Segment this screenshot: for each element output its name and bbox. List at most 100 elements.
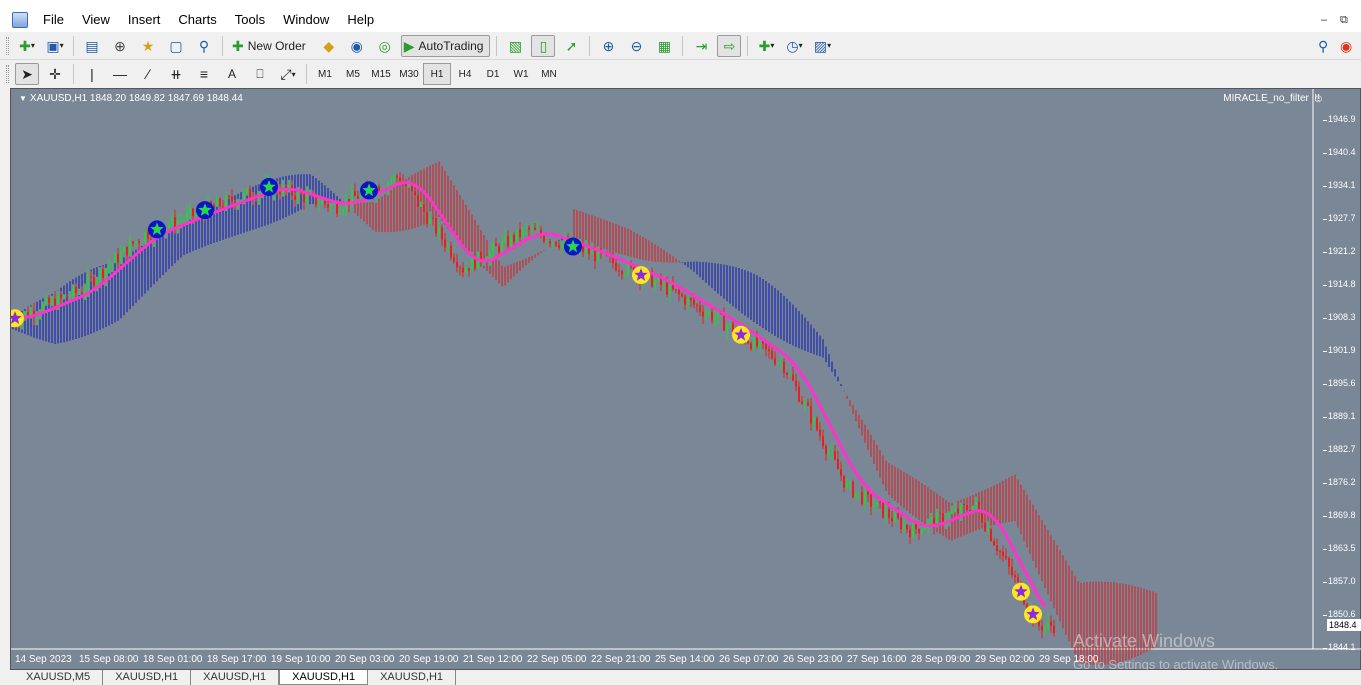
- cursor-button[interactable]: ➤: [15, 63, 39, 85]
- metaeditor-button[interactable]: ◆: [317, 35, 341, 57]
- arrows-button[interactable]: ⤢ ▾: [276, 63, 300, 85]
- strategy-tester-button[interactable]: ⚲: [192, 35, 216, 57]
- candle-body: [99, 269, 101, 281]
- market-watch-button[interactable]: ▤: [80, 35, 104, 57]
- periods-button[interactable]: ◷ ▾: [782, 35, 806, 57]
- profiles-button[interactable]: ▣ ▾: [43, 35, 67, 57]
- time-tick: 21 Sep 12:00: [463, 654, 523, 665]
- timeframe-h4[interactable]: H4: [451, 63, 479, 85]
- autoscroll-button[interactable]: ⇨: [717, 34, 742, 57]
- candle-body: [810, 405, 812, 424]
- timeframe-m1[interactable]: M1: [311, 63, 339, 85]
- candle-body: [726, 325, 728, 331]
- indicator-label: MIRACLE_no_filter !!!: [1223, 93, 1320, 104]
- horizontal-line-button[interactable]: —: [108, 63, 132, 85]
- candle-body: [876, 501, 878, 507]
- vertical-line-button[interactable]: |: [80, 63, 104, 85]
- candle-body: [627, 263, 629, 274]
- candle-body: [558, 245, 560, 248]
- timeframe-h1[interactable]: H1: [423, 63, 451, 85]
- indicators-button[interactable]: ✚ ▾: [754, 35, 778, 57]
- minimize-icon[interactable]: –: [1321, 14, 1327, 26]
- separator: [306, 64, 307, 84]
- price-tick: 1908.3: [1323, 312, 1356, 322]
- candle-body: [768, 349, 770, 352]
- new-chart-button[interactable]: ✚ ▾: [15, 35, 39, 57]
- candle-body: [882, 502, 884, 518]
- autotrading-button[interactable]: ▶ AutoTrading: [400, 34, 491, 57]
- candle-body: [75, 287, 77, 293]
- candle-body: [942, 513, 944, 524]
- buy-signal-marker: [260, 177, 278, 196]
- menu-charts[interactable]: Charts: [169, 8, 225, 32]
- trendline-button[interactable]: ∕: [136, 63, 160, 85]
- notifications-icon[interactable]: ◉: [1340, 38, 1352, 55]
- new-order-button[interactable]: ✚ New Order: [229, 35, 313, 57]
- timeframe-m5[interactable]: M5: [339, 63, 367, 85]
- price-tick: 1934.1: [1323, 180, 1356, 190]
- fibonacci-button[interactable]: ≡: [192, 63, 216, 85]
- menu-insert[interactable]: Insert: [119, 8, 170, 32]
- tile-windows-button[interactable]: ▦: [652, 35, 676, 57]
- app-icon[interactable]: [12, 12, 28, 28]
- candle-body: [816, 418, 818, 430]
- chart-tab[interactable]: XAUUSD,H1: [368, 670, 457, 685]
- chart-tab[interactable]: XAUUSD,M5: [14, 670, 104, 685]
- candle-body: [891, 517, 893, 522]
- chart-shift-button[interactable]: ⇥: [689, 35, 713, 57]
- timeframe-m30[interactable]: M30: [395, 63, 423, 85]
- crosshair-button[interactable]: ✛: [43, 63, 67, 85]
- vps-button[interactable]: ◎: [373, 35, 397, 57]
- menu-view[interactable]: View: [73, 8, 119, 32]
- chart-tab[interactable]: XAUUSD,H1: [191, 670, 280, 685]
- line-chart-button[interactable]: ➚: [559, 35, 583, 57]
- candle-body: [339, 212, 341, 214]
- menu-help[interactable]: Help: [338, 8, 383, 32]
- zoom-in-icon: ⊕: [602, 37, 615, 54]
- candle-body: [819, 429, 821, 436]
- candle-body: [717, 312, 719, 318]
- price-tick: 1882.7: [1323, 444, 1356, 454]
- candle-body: [111, 262, 113, 266]
- candle-body: [594, 250, 596, 262]
- templates-button[interactable]: ▨ ▾: [810, 35, 834, 57]
- candle-body: [450, 245, 452, 258]
- timeframe-w1[interactable]: W1: [507, 63, 535, 85]
- chart-tab[interactable]: XAUUSD,H1: [279, 670, 369, 685]
- candle-body: [432, 217, 434, 219]
- candlestick-button[interactable]: ▯: [531, 34, 556, 57]
- timeframe-m15[interactable]: M15: [367, 63, 395, 85]
- data-window-button[interactable]: ⊕: [108, 35, 132, 57]
- price-chart[interactable]: [11, 89, 1361, 671]
- bar-chart-button[interactable]: ▧: [503, 35, 527, 57]
- candle-body: [885, 509, 887, 518]
- terminal-button[interactable]: ▢: [164, 35, 188, 57]
- signals-button[interactable]: ◉: [345, 35, 369, 57]
- search-icon[interactable]: ⚲: [1318, 38, 1328, 55]
- candle-body: [666, 282, 668, 295]
- zoom-out-button[interactable]: ⊖: [624, 35, 648, 57]
- timeframe-d1[interactable]: D1: [479, 63, 507, 85]
- price-tick: 1863.5: [1323, 543, 1356, 553]
- timeframe-mn[interactable]: MN: [535, 63, 563, 85]
- menu-file[interactable]: File: [34, 8, 73, 32]
- collapse-triangle-icon[interactable]: ▼: [19, 94, 27, 103]
- chart-window[interactable]: ▼ XAUUSD,H1 1848.20 1849.82 1847.69 1848.…: [10, 88, 1361, 672]
- chart-tab[interactable]: XAUUSD,H1: [103, 670, 192, 685]
- navigator-button[interactable]: ★: [136, 35, 160, 57]
- toolbar-grip[interactable]: [6, 65, 9, 83]
- candle-body: [468, 268, 470, 271]
- equidistant-channel-button[interactable]: ⧺: [164, 63, 188, 85]
- candle-body: [705, 313, 707, 317]
- sell-signal-marker: [1024, 605, 1042, 624]
- restore-icon[interactable]: ⧉: [1340, 14, 1348, 27]
- toolbar-grip[interactable]: [6, 36, 9, 55]
- menu-window[interactable]: Window: [274, 8, 338, 32]
- fibonacci-icon: ≡: [199, 66, 209, 82]
- candle-body: [561, 242, 563, 248]
- candle-body: [537, 229, 539, 231]
- zoom-in-button[interactable]: ⊕: [596, 35, 620, 57]
- menu-tools[interactable]: Tools: [226, 8, 274, 32]
- text-label-button[interactable]: ⎕: [248, 63, 272, 85]
- text-button[interactable]: A: [220, 63, 244, 85]
